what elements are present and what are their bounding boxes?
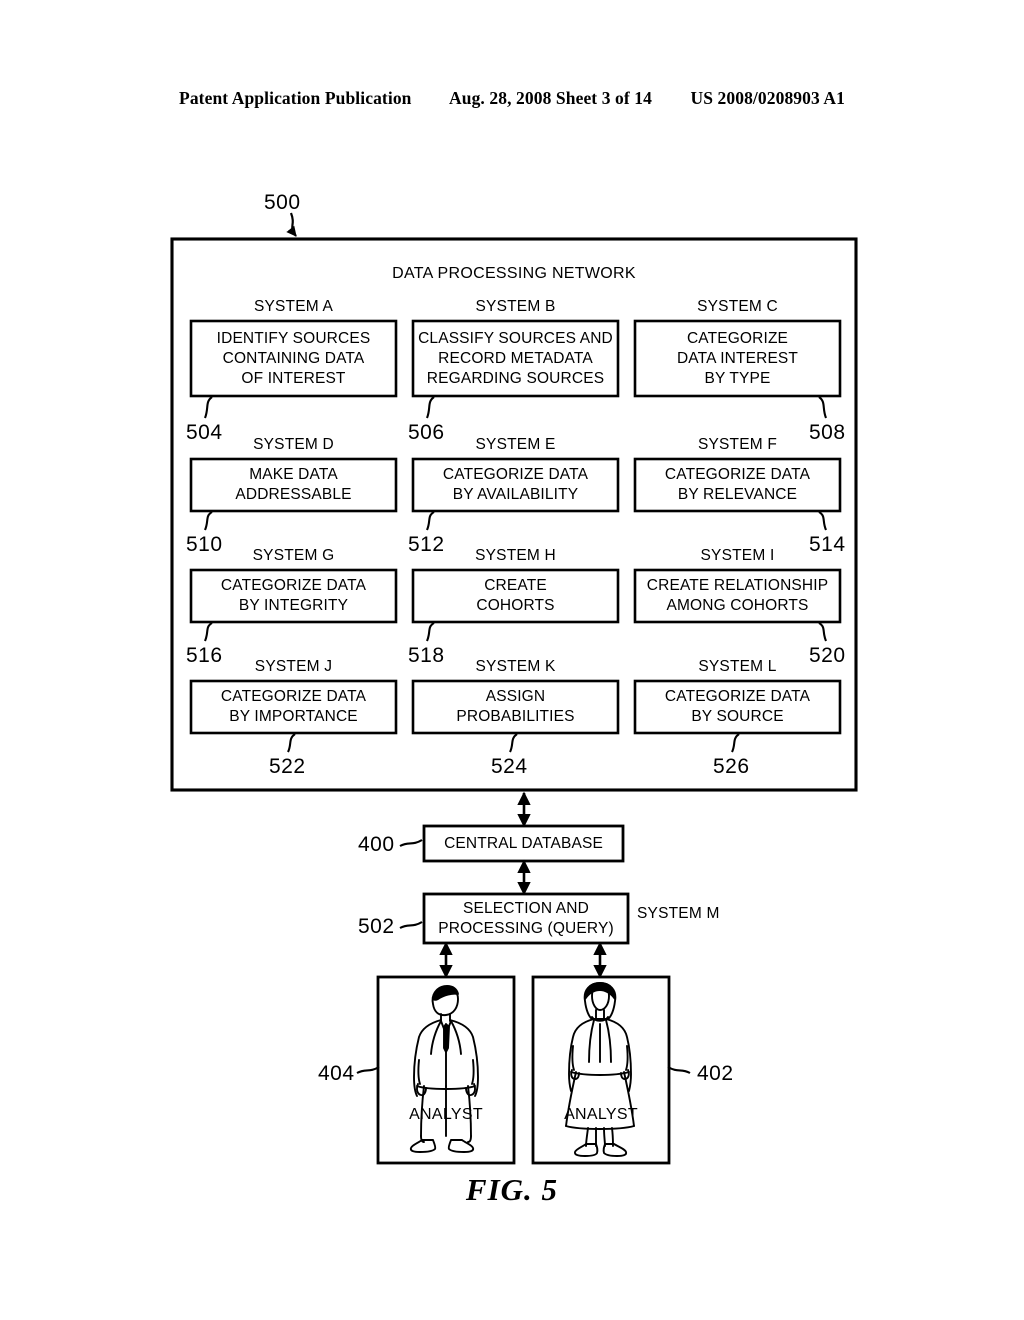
system-box-i-text: CREATE RELATIONSHIP AMONG COHORTS — [635, 570, 840, 622]
ref-number-400: 400 — [358, 833, 395, 856]
system-box-e-text: CATEGORIZE DATA BY AVAILABILITY — [413, 459, 618, 511]
system-box-h-line-2: COHORTS — [476, 597, 555, 614]
system-box-k-line-1: ASSIGN — [485, 688, 546, 705]
system-box-f-text: CATEGORIZE DATA BY RELEVANCE — [635, 459, 840, 511]
system-box-c-line-1: CATEGORIZE — [686, 329, 789, 347]
leader-508 — [818, 396, 827, 419]
system-caption-j: SYSTEM J — [254, 658, 333, 675]
system-box-h-text: CREATE COHORTS — [413, 570, 618, 622]
system-box-c-text: CATEGORIZE DATA INTEREST BY TYPE — [635, 321, 840, 396]
system-box-k-line-2: PROBABILITIES — [456, 708, 575, 725]
system-box-a-text: IDENTIFY SOURCES CONTAINING DATA OF INTE… — [191, 321, 396, 396]
ref-number-502: 502 — [358, 915, 395, 938]
system-box-g-text: CATEGORIZE DATA BY INTEGRITY — [191, 570, 396, 622]
system-box-j-line-2: BY IMPORTANCE — [229, 708, 358, 725]
ref-number-402: 402 — [697, 1062, 734, 1085]
analyst-label-404: ANALYST — [409, 1106, 483, 1123]
figure-caption: FIG. 5 — [465, 1172, 559, 1207]
system-caption-a: SYSTEM A — [253, 298, 334, 315]
ref-number-526: 526 — [713, 755, 750, 778]
leader-400 — [399, 839, 423, 847]
system-caption-i: SYSTEM I — [700, 547, 775, 564]
system-box-a-line-1: IDENTIFY SOURCES — [216, 329, 371, 347]
system-box-h-line-1: CREATE — [484, 577, 547, 594]
leader-510 — [204, 511, 213, 531]
system-box-i-line-1: CREATE RELATIONSHIP — [646, 577, 829, 594]
system-box-j-text: CATEGORIZE DATA BY IMPORTANCE — [191, 681, 396, 733]
system-m-caption: SYSTEM M — [637, 905, 720, 922]
system-box-a-line-3: OF INTEREST — [241, 369, 346, 387]
leader-514 — [818, 511, 827, 531]
leader-518 — [426, 622, 435, 642]
system-box-g-line-1: CATEGORIZE DATA — [220, 577, 367, 594]
system-box-k-text: ASSIGN PROBABILITIES — [413, 681, 618, 733]
query-box-text: SELECTION AND PROCESSING (QUERY) — [424, 894, 628, 943]
leader-402 — [667, 1066, 691, 1074]
system-box-e-line-2: BY AVAILABILITY — [452, 486, 579, 503]
system-caption-f: SYSTEM F — [697, 436, 778, 453]
system-box-i-line-2: AMONG COHORTS — [666, 597, 809, 614]
system-box-l-line-2: BY SOURCE — [691, 708, 784, 725]
ref-number-500: 500 — [264, 191, 301, 214]
system-caption-e: SYSTEM E — [475, 436, 556, 453]
system-box-f-line-1: CATEGORIZE DATA — [664, 466, 811, 483]
system-box-g-line-2: BY INTEGRITY — [238, 597, 349, 614]
ref-number-404: 404 — [318, 1062, 355, 1085]
system-caption-k: SYSTEM K — [475, 658, 556, 675]
patent-figure-5: 500 DATA PROCESSING NETWORK SYSTEM A IDE… — [0, 0, 1024, 1320]
leader-504 — [204, 396, 213, 419]
system-box-d-line-1: MAKE DATA — [249, 466, 338, 483]
system-box-a-line-2: CONTAINING DATA — [222, 349, 365, 367]
ref-number-524: 524 — [491, 755, 528, 778]
system-box-f-line-2: BY RELEVANCE — [677, 486, 798, 503]
system-box-l-text: CATEGORIZE DATA BY SOURCE — [635, 681, 840, 733]
female-analyst-icon — [565, 982, 635, 1157]
central-database-text: CENTRAL DATABASE — [424, 826, 623, 861]
leader-502 — [399, 921, 423, 929]
system-box-c-line-2: DATA INTEREST — [676, 349, 799, 367]
system-box-d-text: MAKE DATA ADDRESSABLE — [191, 459, 396, 511]
leader-404 — [356, 1066, 380, 1074]
system-caption-b: SYSTEM B — [475, 298, 556, 315]
system-caption-l: SYSTEM L — [698, 658, 777, 675]
leader-516 — [204, 622, 213, 642]
system-box-b-line-1: CLASSIFY SOURCES AND — [418, 329, 613, 347]
system-box-d-line-2: ADDRESSABLE — [235, 486, 352, 503]
leader-500 — [286, 212, 297, 237]
central-database-label: CENTRAL DATABASE — [444, 834, 603, 852]
system-caption-c: SYSTEM C — [697, 298, 778, 315]
network-title: DATA PROCESSING NETWORK — [392, 265, 636, 282]
leader-512 — [426, 511, 435, 531]
system-caption-d: SYSTEM D — [253, 436, 334, 453]
query-box-line-2: PROCESSING (QUERY) — [438, 919, 614, 937]
ref-number-522: 522 — [269, 755, 306, 778]
leader-526 — [731, 733, 740, 753]
analyst-label-402: ANALYST — [564, 1106, 638, 1123]
leader-520 — [818, 622, 827, 642]
male-analyst-icon — [409, 985, 479, 1153]
leader-524 — [509, 733, 518, 753]
query-box-line-1: SELECTION AND — [463, 899, 589, 917]
system-caption-g: SYSTEM G — [252, 547, 335, 564]
system-box-b-text: CLASSIFY SOURCES AND RECORD METADATA REG… — [413, 321, 618, 396]
system-box-b-line-3: REGARDING SOURCES — [426, 369, 605, 387]
system-caption-h: SYSTEM H — [475, 547, 556, 564]
leader-522 — [287, 733, 296, 753]
system-box-b-line-2: RECORD METADATA — [438, 349, 593, 367]
leader-506 — [426, 396, 435, 419]
analyst-panel-402 — [531, 975, 671, 1165]
system-box-e-line-1: CATEGORIZE DATA — [442, 466, 589, 483]
system-box-l-line-1: CATEGORIZE DATA — [664, 688, 811, 705]
system-box-j-line-1: CATEGORIZE DATA — [220, 688, 367, 705]
system-box-c-line-3: BY TYPE — [704, 369, 771, 387]
